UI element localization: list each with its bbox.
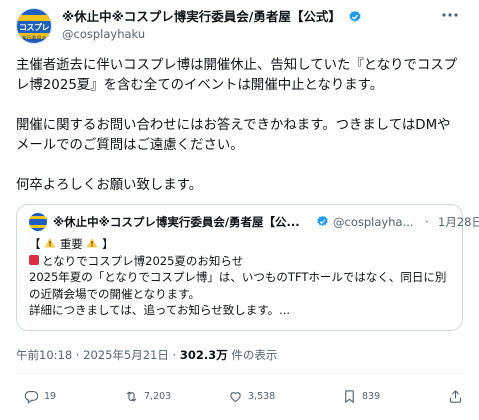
quoted-line-important: 【 重要 】 bbox=[29, 237, 114, 251]
quoted-avatar bbox=[29, 213, 47, 231]
reply-count: 19 bbox=[44, 390, 57, 402]
repost-count: 7,203 bbox=[144, 390, 172, 402]
view-count-label: 件の表示 bbox=[227, 348, 278, 362]
divider bbox=[16, 373, 463, 374]
tweet-line: 主催者逝去に伴いコスプレ博は開催休止、告知していた『となりでコスプ bbox=[16, 58, 458, 73]
warning-icon bbox=[86, 238, 98, 248]
tweet-header: コスプレ 実行委員会 ※休止中※コスプレ博実行委員会/勇者屋【公式】 @cosp… bbox=[16, 8, 463, 44]
tweet-date[interactable]: 2025年5月21日 bbox=[83, 348, 169, 362]
tweet-line: メールでのご質問はご遠慮ください。 bbox=[16, 138, 244, 153]
quoted-body: 【 重要 】 となりでコスプレ博2025夏のお知らせ 2025年夏の「となりでコ… bbox=[29, 236, 450, 319]
tweet-line: レ博2025夏』を含む全てのイベントは開催中止となります。 bbox=[16, 78, 384, 93]
author-handle[interactable]: @cosplayhaku bbox=[62, 26, 432, 43]
tweet-line: 何卒よろしくお願い致します。 bbox=[16, 178, 203, 193]
verified-badge-icon bbox=[349, 10, 361, 22]
author-display-name[interactable]: ※休止中※コスプレ博実行委員会/勇者屋【公式】 bbox=[62, 9, 341, 24]
quoted-tweet[interactable]: ※休止中※コスプレ博実行委員会/勇者屋【公... @cosplayha... ·… bbox=[16, 204, 479, 331]
share-button[interactable] bbox=[448, 386, 468, 406]
verified-badge-icon bbox=[317, 215, 328, 226]
repost-icon bbox=[126, 390, 137, 402]
reply-icon bbox=[24, 390, 39, 404]
more-options-icon[interactable] bbox=[439, 8, 461, 28]
red-square-icon bbox=[29, 254, 39, 265]
bookmark-count: 839 bbox=[362, 390, 381, 402]
tweet-time[interactable]: 午前10:18 bbox=[16, 348, 72, 362]
quoted-display-name: ※休止中※コスプレ博実行委員会/勇者屋【公... bbox=[53, 215, 300, 229]
tweet-line: 開催に関するお問い合わせにはお答えできかねます。つきましてはDMや bbox=[16, 118, 451, 133]
repost-button[interactable]: 7,203 bbox=[124, 386, 171, 406]
quoted-date[interactable]: 1月28日 bbox=[438, 213, 479, 231]
action-bar: 19 7,203 3,538 839 bbox=[16, 386, 463, 406]
avatar-logo-text: コスプレ bbox=[19, 23, 50, 32]
bookmark-icon bbox=[345, 389, 354, 403]
quoted-line: の近隣会場での開催となります。 bbox=[29, 286, 201, 301]
author-names: ※休止中※コスプレ博実行委員会/勇者屋【公式】 @cosplayhaku bbox=[62, 8, 432, 43]
avatar-logo-subtext: 実行委員会 bbox=[21, 36, 47, 42]
author-avatar[interactable]: コスプレ 実行委員会 bbox=[16, 8, 52, 44]
bookmark-button[interactable]: 839 bbox=[342, 386, 380, 406]
share-icon bbox=[449, 389, 462, 403]
quoted-header: ※休止中※コスプレ博実行委員会/勇者屋【公... @cosplayha... ·… bbox=[29, 213, 479, 231]
important-label: 重要 bbox=[59, 237, 83, 251]
quoted-line: 2025年夏の「となりでコスプレ博」は、いつものTFTホールではなく、同日に別 bbox=[29, 270, 447, 284]
quoted-separator: · bbox=[425, 215, 429, 229]
like-button[interactable]: 3,538 bbox=[228, 386, 275, 406]
like-count: 3,538 bbox=[248, 390, 276, 402]
view-count: 302.3万 bbox=[179, 348, 228, 362]
reply-button[interactable]: 19 bbox=[24, 386, 56, 406]
warning-icon bbox=[44, 238, 56, 248]
quoted-line: となりでコスプレ博2025夏のお知らせ bbox=[29, 253, 450, 270]
tweet-text: 主催者逝去に伴いコスプレ博は開催休止、告知していた『となりでコスプ レ博2025… bbox=[16, 56, 463, 196]
heart-icon bbox=[230, 391, 241, 402]
tweet-meta: 午前10:18 · 2025年5月21日 · 302.3万 件の表示 bbox=[16, 348, 278, 362]
quoted-line: 詳細につきましては、追ってお知らせ致します。... bbox=[29, 303, 291, 317]
quoted-handle: @cosplayha... bbox=[333, 215, 414, 229]
